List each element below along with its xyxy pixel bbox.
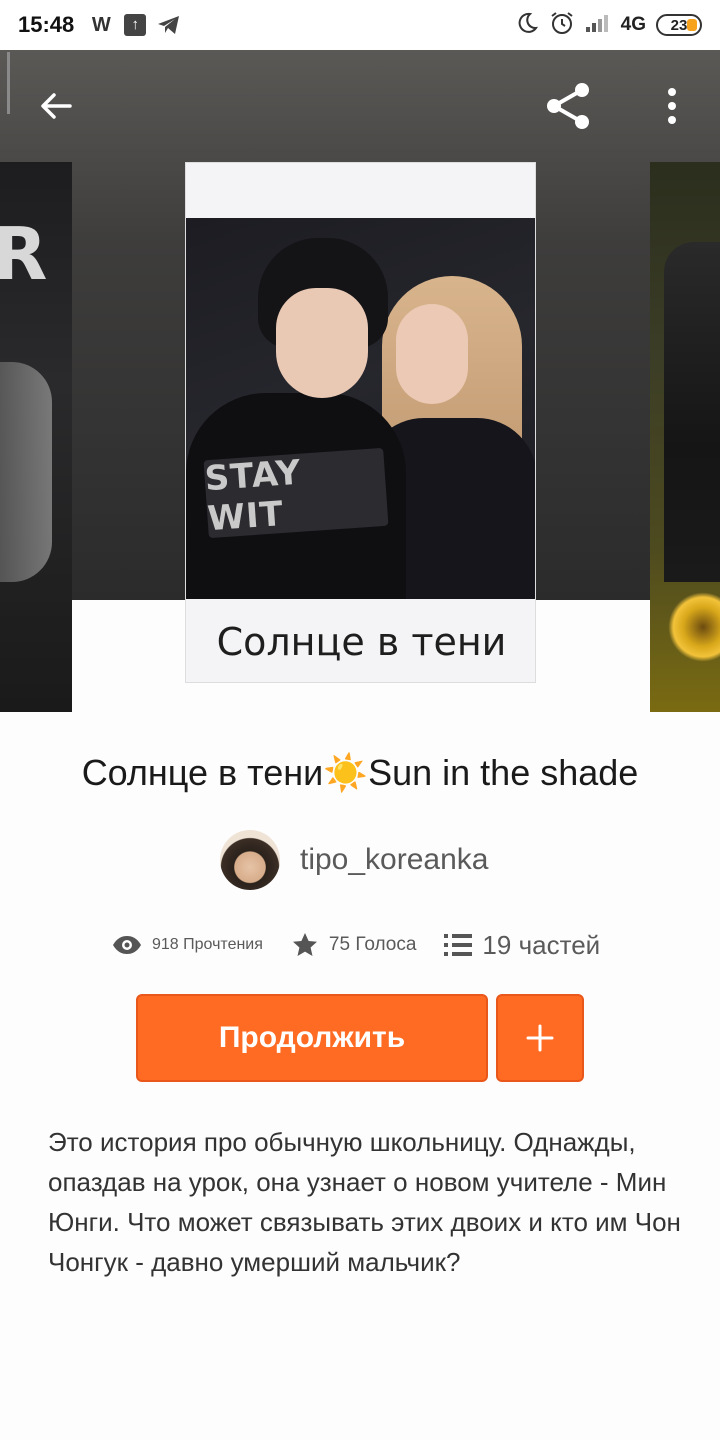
- status-time: 15:48: [18, 12, 75, 37]
- continue-reading-button[interactable]: Продолжить: [136, 994, 488, 1082]
- story-cover[interactable]: STAY WIT Солнце в тени: [185, 162, 536, 683]
- upload-icon: ↑: [124, 14, 147, 36]
- battery-level: 23: [670, 16, 688, 34]
- notification-icons: W ↑: [88, 12, 182, 38]
- story-stats: 918 Прочтения 75 Голоса 19 частей: [112, 922, 632, 968]
- share-icon: [547, 83, 589, 129]
- cover-figure-face: [276, 288, 368, 398]
- add-to-library-button[interactable]: [496, 994, 584, 1082]
- list-icon: [444, 934, 473, 956]
- scroll-edge-indicator: [7, 52, 10, 114]
- next-cover-art: [664, 242, 720, 582]
- avatar[interactable]: [220, 830, 280, 890]
- cover-photo: STAY WIT: [186, 218, 535, 599]
- telegram-icon: [156, 12, 182, 38]
- previous-cover-art: [0, 362, 52, 582]
- status-bar: 15:48 W ↑ 4G 23: [0, 0, 720, 50]
- reads-stat: 918 Прочтения: [112, 935, 263, 955]
- votes-stat: 75 Голоса: [291, 932, 417, 958]
- author-name[interactable]: tipo_koreanka: [300, 843, 488, 877]
- next-story-cover[interactable]: [650, 162, 720, 712]
- votes-count: 75 Голоса: [328, 934, 417, 955]
- system-icons: 4G 23: [515, 10, 702, 41]
- author-row[interactable]: tipo_koreanka: [220, 830, 488, 890]
- cover-sign: STAY WIT: [203, 447, 389, 539]
- sunflower-image: [668, 592, 720, 662]
- story-description: Это история про обычную школьницу. Однаж…: [48, 1127, 681, 1277]
- cover-figure-face: [396, 304, 468, 404]
- story-title: Солнце в тени☀️Sun in the shade: [81, 752, 639, 793]
- parts-stat[interactable]: 19 частей: [444, 930, 600, 961]
- alarm-icon: [549, 10, 575, 41]
- reads-count: 918 Прочтения: [152, 936, 263, 953]
- wattpad-icon: W: [91, 13, 111, 36]
- battery-indicator: 23: [656, 14, 702, 36]
- moon-icon: [515, 11, 539, 40]
- network-type: 4G: [620, 14, 646, 35]
- back-button[interactable]: [28, 78, 84, 134]
- previous-cover-title: R: [0, 212, 48, 296]
- back-arrow-icon: [41, 93, 72, 119]
- more-options-button[interactable]: [644, 78, 700, 134]
- signal-icon: [585, 13, 611, 38]
- plus-icon: [526, 1024, 554, 1052]
- previous-story-cover[interactable]: R: [0, 162, 72, 712]
- star-icon: [292, 933, 317, 956]
- more-vertical-icon: [668, 88, 676, 124]
- parts-count: 19 частей: [482, 929, 601, 960]
- share-button[interactable]: [540, 78, 596, 134]
- cover-caption: Солнце в тени: [216, 619, 507, 664]
- battery-fill: [687, 19, 697, 31]
- eye-icon: [113, 936, 141, 954]
